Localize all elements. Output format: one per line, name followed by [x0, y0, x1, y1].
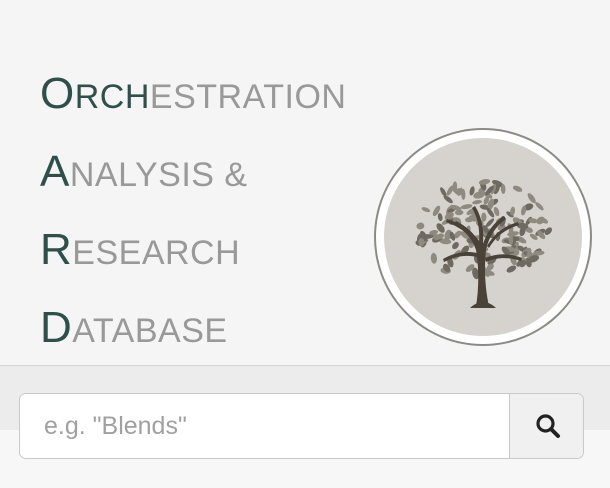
title-initial: A — [40, 147, 70, 196]
tree-icon — [415, 179, 553, 308]
search-input[interactable] — [20, 394, 509, 458]
tree-leaf — [460, 204, 473, 210]
tree-leaf — [472, 199, 483, 205]
tree-leaf — [452, 242, 459, 250]
search-icon — [536, 414, 560, 438]
title-accent: RCH — [74, 78, 150, 116]
site-header: ORCHESTRATION ANALYSIS & RESEARCH DATABA… — [0, 0, 610, 365]
tree-leaf — [454, 209, 464, 216]
tree-leaf — [512, 185, 523, 192]
search-bar — [0, 366, 610, 488]
site-logo[interactable] — [376, 130, 590, 344]
title-rest: ESEARCH — [72, 234, 241, 272]
title-line-database: DATABASE — [40, 306, 228, 350]
search-group — [19, 393, 584, 459]
title-line-research: RESEARCH — [40, 228, 240, 272]
title-initial: D — [40, 303, 73, 352]
title-initial: O — [40, 69, 75, 118]
tree-leaf — [416, 222, 425, 230]
tree-leaf — [421, 207, 431, 213]
title-line-analysis: ANALYSIS & — [40, 150, 248, 194]
title-initial: R — [40, 225, 73, 274]
tree-leaf — [430, 252, 438, 264]
tree-leaf — [437, 213, 443, 222]
title-line-orchestration: ORCHESTRATION — [40, 72, 346, 116]
title-rest: NALYSIS & — [69, 156, 248, 194]
tree-leaf — [535, 202, 544, 211]
title-rest: ATABASE — [72, 312, 228, 350]
search-button[interactable] — [509, 394, 583, 458]
logo-badge — [384, 138, 582, 336]
tree-leaf — [481, 212, 487, 222]
tree-leaf — [506, 265, 517, 273]
title-rest: ESTRATION — [149, 78, 347, 116]
